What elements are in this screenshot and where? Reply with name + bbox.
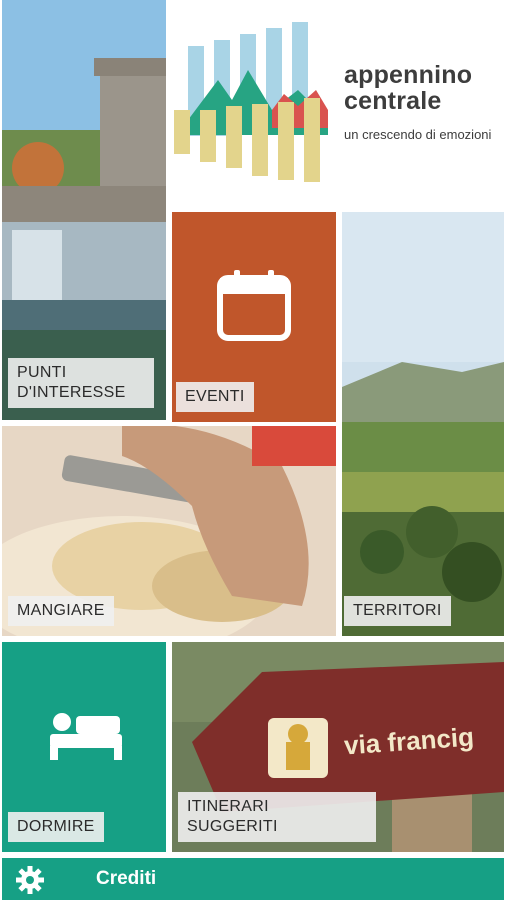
tile-photo [342, 212, 504, 636]
brand-tagline: un crescendo di emozioni [344, 127, 492, 142]
tile-eventi-label: EVENTI [176, 382, 254, 412]
tile-dormire-label: DORMIRE [8, 812, 104, 842]
tile-territori[interactable]: TERRITORI [342, 212, 504, 636]
brand-title: appennino centrale [344, 62, 472, 114]
credits-bar[interactable]: Crediti [2, 858, 504, 900]
tile-photo [2, 0, 166, 420]
credits-label: Crediti [96, 868, 157, 889]
tile-itinerari[interactable]: via francig ITINERARI SUGGERITI [172, 642, 504, 852]
logo-area: appennino centrale un crescendo di emozi… [168, 0, 506, 210]
tile-punti-label: PUNTI D'INTERESSE [8, 358, 154, 408]
brand-title-line1: appennino [344, 61, 473, 89]
gear-icon [16, 866, 44, 894]
tile-dormire[interactable]: DORMIRE [2, 642, 166, 852]
tile-mangiare-label: MANGIARE [8, 596, 114, 626]
appennino-centrale-logo [174, 22, 328, 182]
tile-punti-interesse[interactable]: PUNTI D'INTERESSE [2, 0, 166, 420]
calendar-icon [217, 270, 291, 341]
tile-mangiare[interactable]: MANGIARE [2, 426, 336, 636]
bed-icon [50, 713, 122, 760]
brand-title-line2: centrale [344, 87, 442, 115]
tile-itinerari-label: ITINERARI SUGGERITI [178, 792, 376, 842]
tile-eventi[interactable]: EVENTI [172, 212, 336, 422]
tile-territori-label: TERRITORI [344, 596, 451, 626]
